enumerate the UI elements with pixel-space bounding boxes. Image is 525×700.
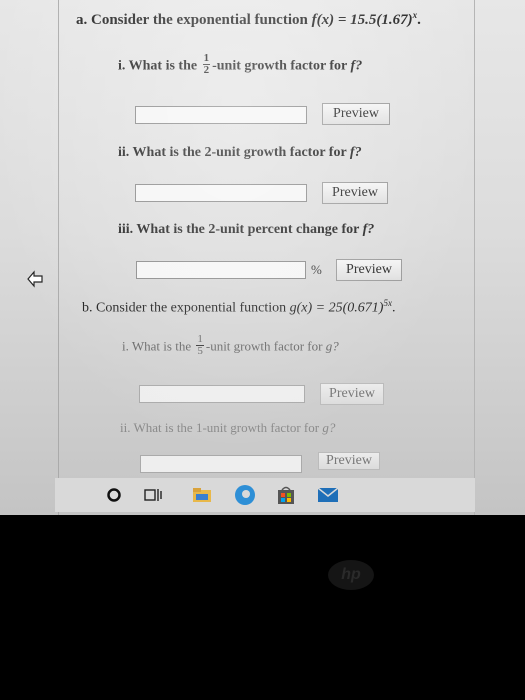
store-icon[interactable] <box>275 484 297 506</box>
mail-icon[interactable] <box>317 486 339 504</box>
part-b-question-2: ii. What is the 1-unit growth factor for… <box>120 420 336 435</box>
part-b-heading: b. Consider the exponential function g(x… <box>82 298 396 316</box>
answer-input-a2[interactable] <box>135 184 307 202</box>
content-right-border <box>474 0 475 515</box>
fraction-one-fifth: 15 <box>196 333 204 357</box>
edge-icon[interactable] <box>233 483 257 507</box>
answer-input-a1[interactable] <box>135 106 307 124</box>
part-a-question-1: i. What is the 1 2 -unit growth factor for… <box>118 52 363 76</box>
fraction-one-half: 12 <box>202 52 211 76</box>
windows-taskbar <box>55 478 475 512</box>
preview-button-b2[interactable]: Preview <box>318 452 380 470</box>
preview-button-b1[interactable]: Preview <box>320 383 384 405</box>
answer-input-a3[interactable] <box>136 261 306 279</box>
preview-button-a3[interactable]: Preview <box>336 259 402 281</box>
part-a-question-2: ii. What is the 2-unit growth factor for… <box>118 145 362 160</box>
hp-logo: hp <box>328 560 374 590</box>
part-a-heading: a. Consider the exponential function f(x… <box>76 10 421 28</box>
part-a-question-3: iii. What is the 2-unit percent change f… <box>118 222 375 237</box>
preview-button-a1[interactable]: Preview <box>322 103 390 125</box>
cortana-icon[interactable] <box>105 486 123 504</box>
part-b-question-1: i. What is the 1 5 -unit growth factor for… <box>122 333 339 357</box>
preview-button-a2[interactable]: Preview <box>322 182 388 204</box>
answer-input-b1[interactable] <box>139 385 305 403</box>
content-left-border <box>58 0 59 515</box>
percent-sign: % <box>311 262 322 277</box>
answer-input-b2[interactable] <box>140 455 302 473</box>
task-view-icon[interactable] <box>143 486 163 504</box>
mouse-pointer-icon <box>27 270 43 288</box>
file-explorer-icon[interactable] <box>192 486 212 504</box>
screen: a. Consider the exponential function f(x… <box>0 0 525 515</box>
